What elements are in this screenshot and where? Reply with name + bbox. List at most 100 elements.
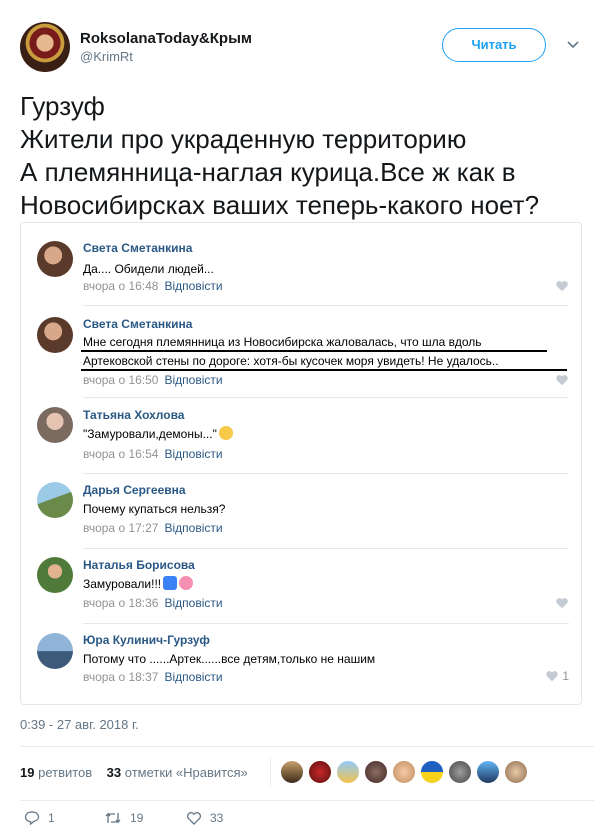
retweets-label[interactable]: ретвитов	[38, 765, 92, 780]
divider	[270, 758, 271, 786]
comment-text: "Замуровали,демоны..."	[83, 426, 233, 442]
comment-meta: вчора о 16:48 Відповісти	[83, 279, 223, 293]
emoji-icon	[218, 426, 233, 440]
author-names: RoksolanaToday&Крым @KrimRt	[80, 29, 252, 65]
comment-time[interactable]: вчора о 17:27	[83, 521, 158, 535]
tweet-timestamp[interactable]: 0:39 - 27 авг. 2018 г.	[20, 717, 139, 732]
liker-avatar[interactable]	[336, 760, 360, 784]
heart-icon[interactable]	[555, 596, 569, 610]
comment-time[interactable]: вчора о 18:37	[83, 670, 158, 684]
comment-text: Да.... Обидели людей...	[83, 262, 214, 276]
handle[interactable]: @KrimRt	[80, 49, 252, 65]
comment: Дарья Сергеевна Почему купаться нельзя? …	[21, 475, 581, 550]
liker-avatar[interactable]	[364, 760, 388, 784]
comment-divider	[83, 548, 569, 549]
comment-meta: вчора о 18:36 Відповісти	[83, 596, 223, 610]
reply-link[interactable]: Відповісти	[164, 373, 222, 387]
comment-text-content: "Замуровали,демоны..."	[83, 427, 217, 441]
chevron-down-icon[interactable]	[565, 36, 581, 52]
liker-avatar[interactable]	[280, 760, 304, 784]
divider	[20, 800, 594, 801]
liker-avatar[interactable]	[504, 760, 528, 784]
comment-meta: вчора о 16:54 Відповісти	[83, 447, 223, 461]
comment-author[interactable]: Наталья Борисова	[83, 558, 195, 572]
highlight-underline	[81, 369, 567, 371]
tweet-line: А племянница-наглая курица.Все ж как в	[20, 157, 516, 187]
reply-icon	[24, 811, 40, 826]
tweet-line: Гурзуф	[20, 91, 105, 121]
reply-count: 1	[48, 811, 55, 825]
commenter-avatar[interactable]	[37, 557, 73, 593]
reply-button[interactable]: 1	[24, 810, 55, 826]
retweets-count[interactable]: 19	[20, 765, 34, 780]
commenter-avatar[interactable]	[37, 241, 73, 277]
attached-image[interactable]: Света Сметанкина Да.... Обидели людей...…	[20, 222, 582, 705]
comment-text: Артековской стены по дороге: хотя-бы кус…	[83, 354, 499, 368]
comment-author[interactable]: Татьяна Хохлова	[83, 408, 184, 422]
liker-avatar[interactable]	[420, 760, 444, 784]
like-count: 1	[562, 669, 569, 683]
likes-label[interactable]: отметки «Нравится»	[125, 765, 248, 780]
retweet-button[interactable]: 19	[104, 810, 143, 826]
reply-link[interactable]: Відповісти	[164, 670, 222, 684]
reply-link[interactable]: Відповісти	[164, 447, 222, 461]
tweet-line: Новосибирсках ваших теперь-какого ноет?	[20, 190, 540, 220]
like-button[interactable]: 33	[186, 810, 223, 826]
commenter-avatar[interactable]	[37, 633, 73, 669]
comment-text: Потому что ......Артек......все детям,то…	[83, 652, 376, 666]
commenter-avatar[interactable]	[37, 482, 73, 518]
comment-text: Почему купаться нельзя?	[83, 502, 226, 516]
comment-text-content: Замуровали!!!	[83, 577, 162, 591]
comment-text: Замуровали!!!	[83, 576, 194, 592]
comment-time[interactable]: вчора о 18:36	[83, 596, 158, 610]
tweet-text: Гурзуф Жители про украденную территорию …	[20, 90, 594, 222]
tweet-stats: 19 ретвитов 33 отметки «Нравится»	[20, 765, 248, 780]
comment-divider	[83, 623, 569, 624]
comment-time[interactable]: вчора о 16:50	[83, 373, 158, 387]
liker-avatar[interactable]	[392, 760, 416, 784]
display-name[interactable]: RoksolanaToday&Крым	[80, 29, 252, 48]
comment: Света Сметанкина Да.... Обидели людей...…	[21, 223, 581, 307]
heart-icon[interactable]	[555, 279, 569, 293]
retweet-count: 19	[130, 811, 144, 825]
comment-meta: вчора о 18:37 Відповісти	[83, 670, 223, 684]
comment-divider	[83, 397, 569, 398]
butterfly-icon	[163, 576, 178, 590]
liker-avatar[interactable]	[448, 760, 472, 784]
like-count: 33	[210, 811, 224, 825]
highlight-underline	[81, 350, 547, 352]
tweet-header: RoksolanaToday&Крым @KrimRt Читать	[20, 20, 594, 72]
comment-time[interactable]: вчора о 16:48	[83, 279, 158, 293]
heart-icon	[186, 812, 202, 825]
comment: Юра Кулинич-Гурзуф Потому что ......Арте…	[21, 625, 581, 704]
divider	[20, 746, 594, 747]
likes-count[interactable]: 33	[107, 765, 121, 780]
tweet-line: Жители про украденную территорию	[20, 124, 467, 154]
comment-divider	[83, 305, 569, 306]
comment-text: Мне сегодня племянница из Новосибирска ж…	[83, 335, 482, 349]
comment-like[interactable]: 1	[545, 669, 569, 683]
liker-avatar[interactable]	[476, 760, 500, 784]
reply-link[interactable]: Відповісти	[164, 279, 222, 293]
liker-avatar[interactable]	[308, 760, 332, 784]
commenter-avatar[interactable]	[37, 317, 73, 353]
comment-meta: вчора о 17:27 Відповісти	[83, 521, 223, 535]
comment-author[interactable]: Дарья Сергеевна	[83, 483, 186, 497]
comment: Света Сметанкина Мне сегодня племянница …	[21, 307, 581, 399]
comment-author[interactable]: Света Сметанкина	[83, 241, 192, 255]
reply-link[interactable]: Відповісти	[164, 521, 222, 535]
reply-link[interactable]: Відповісти	[164, 596, 222, 610]
retweet-icon	[105, 812, 121, 824]
comment: Наталья Борисова Замуровали!!! вчора о 1…	[21, 550, 581, 625]
comment-author[interactable]: Юра Кулинич-Гурзуф	[83, 633, 210, 647]
commenter-avatar[interactable]	[37, 407, 73, 443]
comment-divider	[83, 473, 569, 474]
comment-author[interactable]: Света Сметанкина	[83, 317, 192, 331]
heart-icon[interactable]	[555, 373, 569, 387]
comment: Татьяна Хохлова "Замуровали,демоны..." в…	[21, 399, 581, 475]
avatar[interactable]	[20, 22, 70, 72]
follow-button[interactable]: Читать	[442, 28, 546, 62]
flower-icon	[179, 576, 194, 590]
comment-time[interactable]: вчора о 16:54	[83, 447, 158, 461]
heart-icon	[546, 671, 558, 682]
